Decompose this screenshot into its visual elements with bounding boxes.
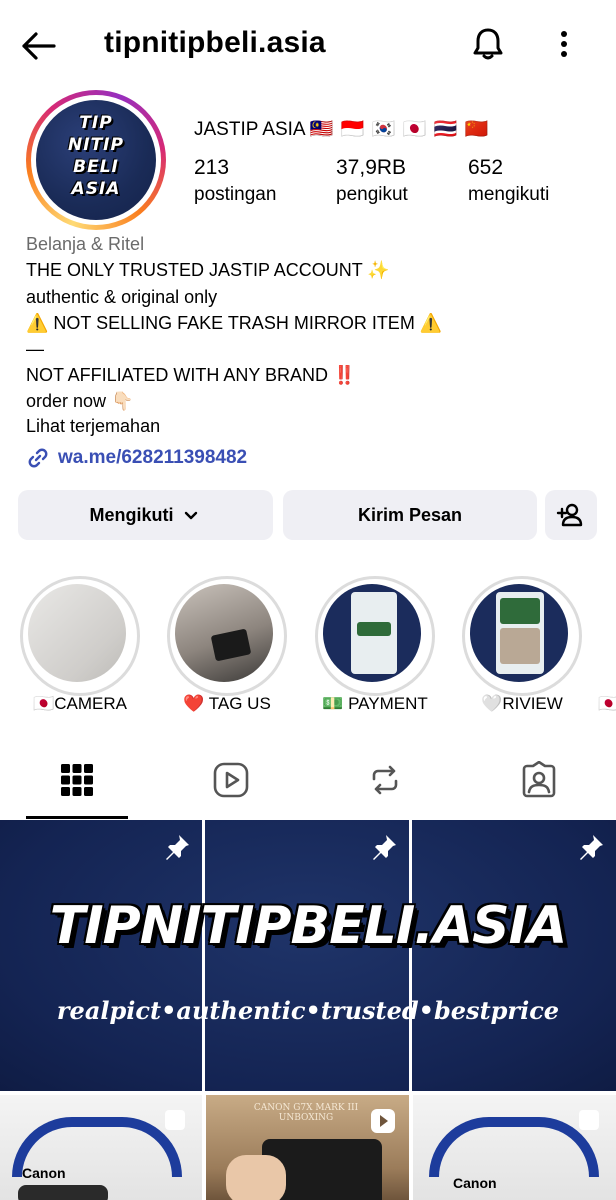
highlight-label: ❤️ TAG US — [183, 694, 271, 713]
reels-icon — [213, 762, 249, 798]
flags: 🇲🇾 🇮🇩 🇰🇷 🇯🇵 🇹🇭 🇨🇳 — [309, 119, 490, 140]
avatar: TIP NITIP BELI ASIA — [36, 100, 156, 220]
more-vertical-icon — [561, 31, 567, 57]
bio-line: NOT AFFILIATED WITH ANY BRAND ‼️ — [26, 365, 356, 385]
following-button-label: Mengikuti — [89, 504, 174, 525]
repost-icon — [372, 765, 398, 795]
grid-icon — [61, 764, 93, 796]
bio-link-text[interactable]: wa.me/628211398482 — [58, 447, 247, 469]
post-caption: Canon — [453, 1175, 497, 1191]
bio-line: — — [26, 339, 44, 359]
tab-reels[interactable] — [154, 742, 308, 818]
carousel-icon — [579, 1110, 599, 1130]
carousel-icon — [165, 1110, 185, 1130]
active-tab-indicator — [26, 816, 128, 819]
back-button[interactable] — [18, 26, 58, 66]
tagged-icon — [522, 761, 556, 798]
following-button[interactable]: Mengikuti — [18, 490, 273, 540]
suggest-users-button[interactable] — [545, 490, 597, 540]
more-options-button[interactable] — [546, 24, 582, 64]
highlight-cover — [470, 584, 568, 682]
pin-icon — [166, 835, 189, 860]
bio-line: order now 👇🏻 — [26, 391, 134, 411]
tab-grid[interactable] — [0, 742, 154, 818]
highlight-label: 🇯🇵CAMERA — [33, 694, 127, 713]
notifications-button[interactable] — [468, 24, 508, 64]
highlight-label: 🤍RIVIEW — [481, 694, 563, 713]
highlight-cover — [28, 584, 126, 682]
banner-subtitle: realpict•authentic•trusted•bestprice — [56, 996, 560, 1025]
highlight-label: 💵 PAYMENT — [322, 694, 428, 713]
posts-count[interactable]: 213 postingan — [194, 156, 276, 206]
following-count[interactable]: 652 mengikuti — [468, 156, 549, 206]
profile-tabs — [0, 742, 616, 819]
highlight-cover — [323, 584, 421, 682]
highlight-label: 🇯🇵 — [598, 694, 616, 713]
reel-indicator-icon — [371, 1109, 395, 1133]
bio-line: ⚠️ NOT SELLING FAKE TRASH MIRROR ITEM ⚠️ — [26, 313, 443, 333]
post-caption: CANON G7X MARK III UNBOXING — [253, 1103, 359, 1123]
top-bar: tipnitipbeli.asia — [0, 0, 616, 92]
banner-title: TIPNITIPBELI.ASIA — [49, 896, 567, 956]
add-person-icon — [556, 503, 583, 527]
tab-reposts[interactable] — [308, 742, 462, 818]
avatar-logo-text: TIP NITIP BELI ASIA — [68, 113, 124, 199]
category-label: Belanja & Ritel — [26, 234, 145, 254]
followers-count[interactable]: 37,9RB pengikut — [336, 156, 408, 206]
bio-line: authentic & original only — [26, 287, 218, 307]
bell-icon — [473, 28, 503, 60]
tab-tagged[interactable] — [462, 742, 616, 818]
see-translation-link[interactable]: Lihat terjemahan — [26, 416, 160, 437]
chevron-down-icon — [184, 511, 197, 520]
pin-icon — [373, 835, 396, 860]
story-ring[interactable]: TIP NITIP BELI ASIA — [26, 90, 166, 230]
account-name: JASTIP ASIA 🇲🇾 🇮🇩 🇰🇷 🇯🇵 🇹🇭 🇨🇳 — [194, 119, 490, 140]
profile-username: tipnitipbeli.asia — [104, 26, 326, 59]
post-caption: Canon — [22, 1165, 66, 1181]
link-icon — [28, 448, 48, 468]
highlight-cover — [175, 584, 273, 682]
send-message-label: Kirim Pesan — [357, 504, 463, 525]
pin-icon — [580, 835, 603, 860]
bio-line: THE ONLY TRUSTED JASTIP ACCOUNT ✨ — [26, 260, 390, 280]
arrow-left-icon — [22, 32, 56, 60]
send-message-button[interactable]: Kirim Pesan — [283, 490, 537, 540]
